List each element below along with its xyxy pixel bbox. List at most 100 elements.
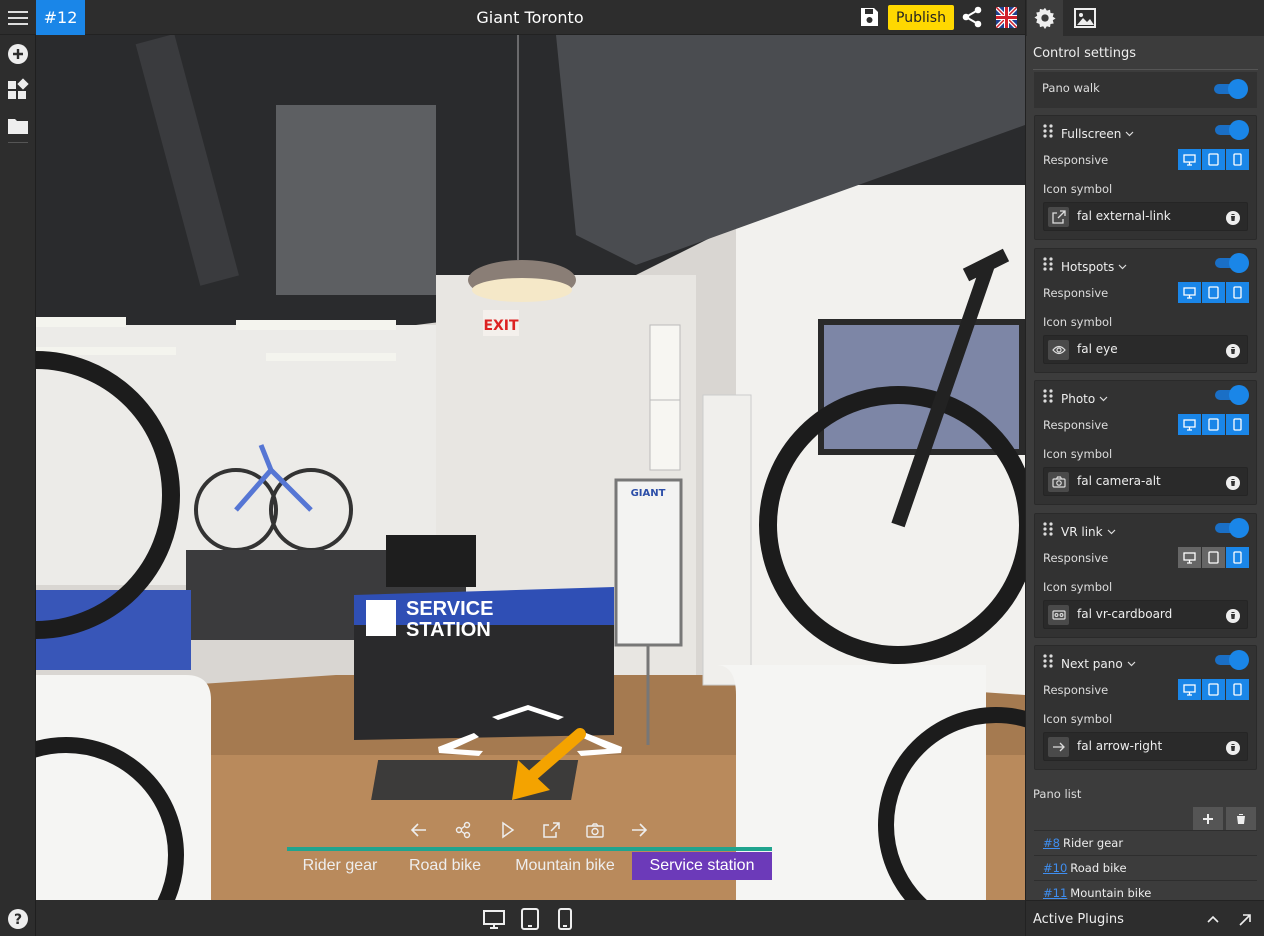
control-card-next-pano: Next pano Responsive Icon symbol fal arrow-… [1034,645,1257,770]
rail-divider [8,142,28,143]
tour-id-badge[interactable]: #12 [36,0,85,35]
pano-walk-toggle[interactable] [1212,79,1248,99]
tablet-icon[interactable] [518,907,542,931]
active-plugins-bar[interactable]: Active Plugins [1026,900,1264,936]
control-title[interactable]: Hotspots [1061,256,1127,275]
trash-icon[interactable] [1225,343,1241,359]
icon-symbol-field[interactable]: fal arrow-right [1043,732,1248,761]
icon-symbol-field[interactable]: fal vr-cardboard [1043,600,1248,629]
mobile-toggle-icon[interactable] [1226,679,1249,700]
help-icon[interactable]: ? [7,908,29,930]
desktop-toggle-icon[interactable] [1178,679,1201,700]
icon-symbol-value: fal camera-alt [1077,474,1161,488]
uk-flag-icon[interactable] [996,7,1017,28]
control-toggle[interactable] [1213,518,1249,538]
icon-symbol-field[interactable]: fal camera-alt [1043,467,1248,496]
add-icon[interactable] [6,42,30,66]
responsive-label: Responsive [1043,286,1109,300]
pano-title-rider-gear[interactable]: Rider gear [295,852,385,880]
chevron-down-icon[interactable] [1099,396,1108,402]
icon-symbol-field[interactable]: fal eye [1043,335,1248,364]
icon-symbol-label: Icon symbol [1043,182,1113,196]
mobile-toggle-icon[interactable] [1226,149,1249,170]
settings-tab-gear-icon[interactable] [1027,0,1063,36]
trash-icon[interactable] [1225,608,1241,624]
expand-arrow-icon[interactable] [1237,912,1253,928]
control-card-vr-link: VR link Responsive Icon symbol fal vr-cardb… [1034,513,1257,638]
chevron-down-icon[interactable] [1118,264,1127,270]
next-pano-icon[interactable] [628,820,650,840]
control-title[interactable]: Photo [1061,388,1108,407]
drag-handle-icon[interactable] [1043,654,1053,668]
svg-text:SERVICE: SERVICE [406,598,493,620]
trash-icon[interactable] [1225,740,1241,756]
control-toggle[interactable] [1213,120,1249,140]
mobile-toggle-icon[interactable] [1226,547,1249,568]
drag-handle-icon[interactable] [1043,257,1053,271]
control-title[interactable]: VR link [1061,521,1116,540]
mobile-toggle-icon[interactable] [1226,282,1249,303]
chevron-up-icon[interactable] [1206,913,1220,925]
hotspot-arrow-orange-icon[interactable] [504,728,588,806]
pano-title-road-bike[interactable]: Road bike [403,852,487,880]
desktop-toggle-icon[interactable] [1178,547,1201,568]
control-toggle[interactable] [1213,385,1249,405]
control-name[interactable]: Next pano [1061,657,1123,671]
folder-icon[interactable] [6,114,30,138]
hamburger-menu-icon[interactable] [0,0,36,35]
responsive-label: Responsive [1043,551,1109,565]
desktop-toggle-icon[interactable] [1178,149,1201,170]
pano-title-mountain-bike[interactable]: Mountain bike [505,852,625,880]
control-card-photo: Photo Responsive Icon symbol fal camera-alt [1034,380,1257,505]
control-card-fullscreen: Fullscreen Responsive Icon symbol fal exter… [1034,115,1257,240]
control-name[interactable]: Photo [1061,392,1095,406]
control-title[interactable]: Fullscreen [1061,123,1134,142]
publish-button[interactable]: Publish [888,5,954,30]
save-icon[interactable] [857,5,881,29]
widgets-icon[interactable] [6,78,30,102]
previous-pano-icon[interactable] [408,820,430,840]
add-pano-button[interactable] [1193,807,1223,830]
external-link-icon [1048,207,1069,227]
eye-icon [1048,340,1069,360]
share-icon[interactable] [960,5,984,29]
media-tab-image-icon[interactable] [1067,0,1103,36]
icon-symbol-field[interactable]: fal external-link [1043,202,1248,231]
tablet-toggle-icon[interactable] [1202,282,1225,303]
control-name[interactable]: VR link [1061,525,1103,539]
chevron-down-icon[interactable] [1127,661,1136,667]
drag-handle-icon[interactable] [1043,124,1053,138]
control-name[interactable]: Fullscreen [1061,127,1121,141]
mobile-toggle-icon[interactable] [1226,414,1249,435]
drag-handle-icon[interactable] [1043,522,1053,536]
icon-symbol-value: fal vr-cardboard [1077,607,1173,621]
desktop-toggle-icon[interactable] [1178,414,1201,435]
control-name[interactable]: Hotspots [1061,260,1114,274]
control-toggle[interactable] [1213,650,1249,670]
chevron-down-icon[interactable] [1125,131,1134,137]
trash-icon[interactable] [1225,475,1241,491]
panorama-viewer[interactable]: EXIT SERVICE STATION GIANT [36,35,1025,900]
pano-title-service-station[interactable]: Service station [632,852,772,880]
tablet-toggle-icon[interactable] [1202,547,1225,568]
tablet-toggle-icon[interactable] [1202,414,1225,435]
control-toggle[interactable] [1213,253,1249,273]
fullscreen-icon[interactable] [540,820,562,840]
share-control-icon[interactable] [452,820,474,840]
drag-handle-icon[interactable] [1043,389,1053,403]
tablet-toggle-icon[interactable] [1202,679,1225,700]
control-title[interactable]: Next pano [1061,653,1136,672]
desktop-icon[interactable] [482,907,506,931]
desktop-toggle-icon[interactable] [1178,282,1201,303]
autoplay-icon[interactable] [496,820,518,840]
panel-heading: Control settings [1033,46,1136,61]
delete-pano-button[interactable] [1226,807,1256,830]
mobile-icon[interactable] [553,907,577,931]
tablet-toggle-icon[interactable] [1202,149,1225,170]
camera-icon[interactable] [584,820,606,840]
chevron-down-icon[interactable] [1107,529,1116,535]
pano-list-label: Pano list [1033,787,1082,801]
trash-icon[interactable] [1225,210,1241,226]
pano-list-item[interactable]: #8 Rider gear [1034,830,1257,855]
pano-list-item[interactable]: #10 Road bike [1034,855,1257,880]
